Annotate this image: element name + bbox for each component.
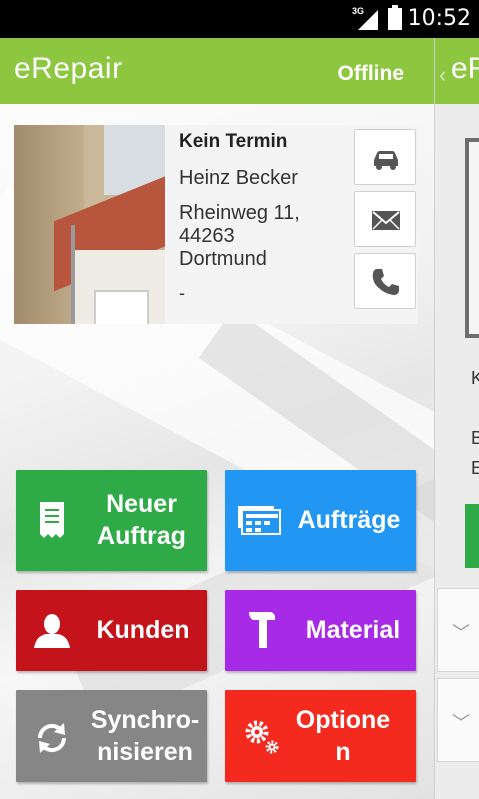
car-icon [374, 151, 398, 170]
email-button[interactable] [354, 191, 416, 247]
navigate-button[interactable] [354, 129, 416, 185]
detail-title: eR [451, 52, 479, 85]
address-city: Dortmund [179, 248, 267, 270]
address-zip: 44263 [179, 225, 235, 247]
chevron-down-icon: ﹀ [452, 713, 470, 733]
material-label: Material [305, 616, 401, 644]
detail-text-3: E [471, 458, 479, 479]
sync-icon [37, 723, 67, 753]
customers-label: Kunden [96, 616, 190, 644]
customer-name: Heinz Becker [179, 167, 298, 189]
new-order-tile[interactable]: Neuer Auftrag [16, 470, 207, 571]
customer-photo [14, 125, 165, 324]
chevron-left-icon: ‹ [439, 62, 447, 87]
detail-text-1: K [471, 368, 479, 389]
sync-tile[interactable]: Synchro- nisieren [16, 690, 207, 782]
app-title: eRepair [14, 52, 123, 85]
connection-status[interactable]: Offline [338, 62, 405, 86]
new-order-label-1: Neuer [106, 490, 177, 518]
options-label-2: n [335, 738, 351, 766]
person-icon [34, 614, 70, 648]
main-panel: eRepair Offline Kein Termin Heinz Becker… [0, 38, 434, 799]
detail-expand-row-1[interactable]: ﹀ [437, 588, 479, 672]
orders-tile[interactable]: Aufträge [225, 470, 416, 571]
phone-icon [372, 269, 399, 295]
detail-expand-row-2[interactable]: ﹀ [437, 678, 479, 762]
customer-info: Kein Termin Heinz Becker Rheinweg 11, 44… [179, 131, 359, 304]
appointment-text: Kein Termin [179, 131, 288, 152]
call-button[interactable] [354, 253, 416, 309]
address-street: Rheinweg 11, [179, 202, 300, 224]
options-tile[interactable]: Optione n [225, 690, 416, 782]
documents-icon [238, 506, 281, 535]
options-label-1: Optione [295, 706, 391, 734]
detail-text-2: B [471, 428, 479, 449]
app-bar: eRepair Offline [0, 38, 434, 104]
sync-label-2: nisieren [97, 738, 193, 766]
customers-tile[interactable]: Kunden [16, 590, 207, 671]
customer-card[interactable]: Kein Termin Heinz Becker Rheinweg 11, 44… [14, 125, 418, 324]
status-bar: 3G 10:52 [0, 0, 479, 38]
signal-icon [358, 10, 378, 30]
chevron-down-icon: ﹀ [452, 623, 470, 643]
detail-photo-frame [465, 138, 479, 338]
orders-label: Aufträge [297, 506, 401, 534]
mail-icon [372, 211, 400, 230]
customer-note: - [179, 283, 185, 303]
hammer-icon [249, 612, 276, 648]
clock: 10:52 [407, 6, 471, 31]
new-order-label-2: Auftrag [97, 522, 186, 550]
detail-panel-preview[interactable]: ‹ eR K B E ﹀ ﹀ [434, 38, 479, 799]
battery-icon [388, 5, 402, 30]
gears-icon [245, 720, 279, 754]
sync-label-1: Synchro- [90, 706, 200, 734]
receipt-icon [40, 502, 64, 538]
material-tile[interactable]: Material [225, 590, 416, 671]
detail-app-bar: ‹ eR [435, 38, 479, 104]
detail-green-button[interactable] [465, 504, 479, 568]
customer-address: Rheinweg 11, 44263 Dortmund [179, 202, 359, 271]
